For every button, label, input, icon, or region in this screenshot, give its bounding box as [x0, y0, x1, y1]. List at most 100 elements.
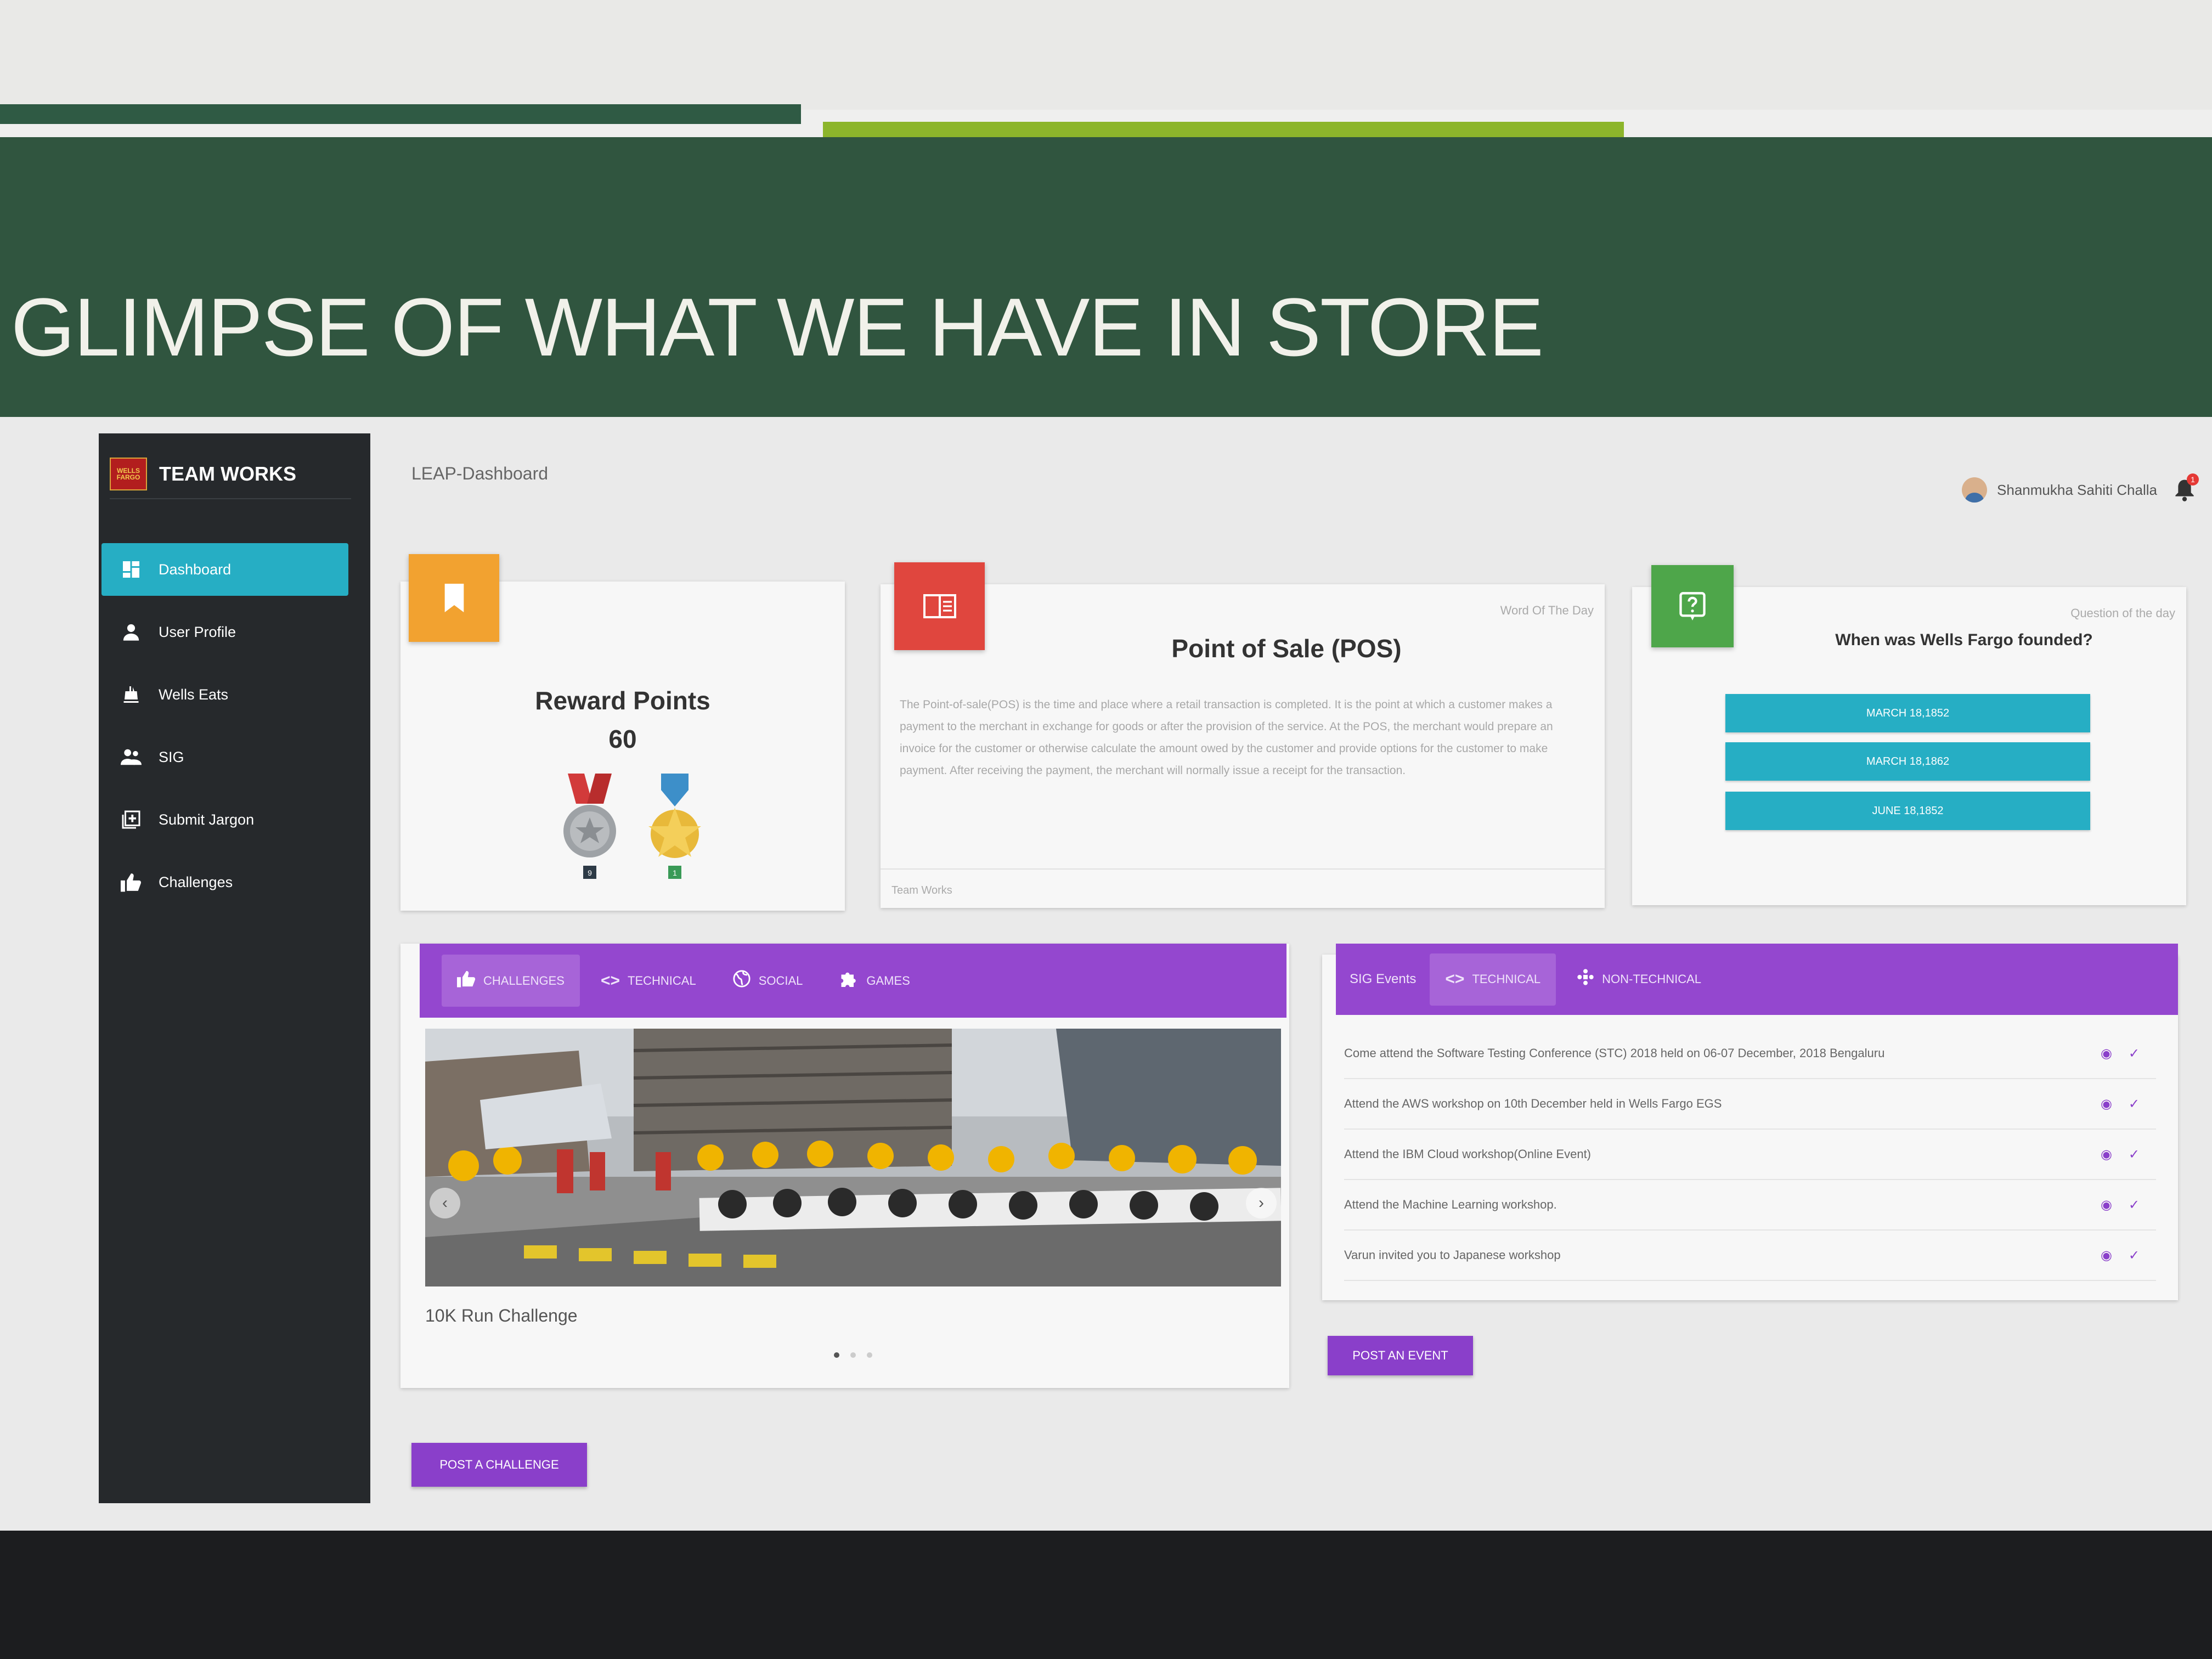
event-text: Attend the Machine Learning workshop. [1344, 1198, 1557, 1211]
sidebar-item-label: Wells Eats [159, 686, 229, 703]
reward-badge [409, 554, 499, 642]
sidebar-item-wells-eats[interactable]: Wells Eats [101, 668, 348, 721]
event-text: Come attend the Software Testing Confere… [1344, 1046, 1885, 1060]
quiz-option[interactable]: MARCH 18,1852 [1725, 694, 2090, 732]
main-content: LEAP-Dashboard Shanmukha Sahiti Challa 1… [390, 417, 2212, 1531]
sidebar-item-label: Submit Jargon [159, 811, 255, 828]
check-icon[interactable]: ✓ [2129, 1096, 2140, 1112]
check-icon[interactable]: ✓ [2129, 1147, 2140, 1163]
tab-challenges[interactable]: CHALLENGES [442, 955, 580, 1007]
notification-badge: 1 [2187, 473, 2199, 486]
sidebar-item-submit-jargon[interactable]: Submit Jargon [101, 793, 348, 846]
gold-medal-icon: 1 [648, 774, 701, 879]
app-screenshot: WELLS FARGO TEAM WORKS Dashboard User Pr… [0, 417, 2212, 1531]
view-icon[interactable]: ◉ [2101, 1197, 2112, 1213]
card-footer: Team Works [891, 884, 952, 896]
sig-events-panel: SIG Events <> TECHNICAL NON-TECHNICAL Co… [1322, 944, 2178, 1300]
reward-value: 60 [608, 725, 637, 753]
carousel-dot[interactable] [834, 1352, 839, 1358]
tab-label: NON-TECHNICAL [1602, 972, 1702, 986]
event-actions: ◉ ✓ [2084, 1046, 2140, 1062]
brand: WELLS FARGO TEAM WORKS [110, 450, 351, 499]
quiz-option[interactable]: JUNE 18,1852 [1725, 792, 2090, 830]
carousel-dot[interactable] [850, 1352, 856, 1358]
event-actions: ◉ ✓ [2084, 1096, 2140, 1112]
check-icon[interactable]: ✓ [2129, 1248, 2140, 1263]
event-row[interactable]: Come attend the Software Testing Confere… [1344, 1029, 2156, 1079]
tab-label: SOCIAL [758, 973, 803, 988]
view-icon[interactable]: ◉ [2101, 1147, 2112, 1163]
challenge-caption: 10K Run Challenge [425, 1306, 578, 1325]
view-icon[interactable]: ◉ [2101, 1046, 2112, 1062]
reward-points-card: Reward Points 60 9 1 [400, 554, 845, 911]
sidebar-item-user-profile[interactable]: User Profile [101, 606, 348, 658]
sidebar-nav: Dashboard User Profile Wells Eats SIG Su… [101, 543, 348, 918]
sidebar: WELLS FARGO TEAM WORKS Dashboard User Pr… [99, 433, 370, 1503]
group-icon [119, 745, 143, 769]
sidebar-item-label: Challenges [159, 873, 233, 890]
view-icon[interactable]: ◉ [2101, 1248, 2112, 1263]
thumbs-up-icon [457, 970, 476, 992]
sidebar-item-sig[interactable]: SIG [101, 731, 348, 783]
event-text: Attend the AWS workshop on 10th December… [1344, 1097, 1722, 1110]
carousel-prev-button[interactable]: ‹ [430, 1188, 460, 1218]
carousel-indicators [834, 1352, 883, 1358]
medal-count: 9 [588, 868, 592, 877]
event-actions: ◉ ✓ [2084, 1248, 2140, 1263]
event-row[interactable]: Attend the AWS workshop on 10th December… [1344, 1079, 2156, 1130]
user-name: Shanmukha Sahiti Challa [1997, 481, 2157, 498]
notification-bell[interactable]: 1 [2174, 473, 2199, 502]
medal-count: 1 [673, 868, 677, 877]
event-row[interactable]: Varun invited you to Japanese workshop ◉… [1344, 1231, 2156, 1281]
check-icon[interactable]: ✓ [2129, 1046, 2140, 1062]
user-menu[interactable]: Shanmukha Sahiti Challa 1 [1962, 473, 2199, 503]
post-challenge-button[interactable]: POST A CHALLENGE [411, 1443, 587, 1487]
globe-icon [732, 969, 751, 992]
event-text: Varun invited you to Japanese workshop [1344, 1248, 1561, 1262]
word-definition: The Point-of-sale(POS) is the time and p… [900, 698, 1553, 777]
event-actions: ◉ ✓ [2084, 1197, 2140, 1213]
tab-technical[interactable]: <> TECHNICAL [585, 955, 712, 1007]
thumbs-up-icon [119, 870, 143, 894]
tab-games[interactable]: GAMES [823, 955, 925, 1007]
tab-non-technical[interactable]: NON-TECHNICAL [1561, 953, 1717, 1006]
sidebar-item-dashboard[interactable]: Dashboard [101, 543, 348, 596]
quiz-option[interactable]: MARCH 18,1862 [1725, 742, 2090, 781]
view-icon[interactable]: ◉ [2101, 1096, 2112, 1112]
check-icon[interactable]: ✓ [2129, 1197, 2140, 1213]
puzzle-icon [839, 969, 859, 993]
challenge-photo: ‹ › [425, 1029, 1281, 1286]
network-icon [1577, 968, 1594, 990]
sidebar-item-label: User Profile [159, 623, 236, 640]
events-label: SIG Events [1350, 972, 1417, 986]
add-box-icon [119, 808, 143, 832]
divider [881, 868, 1605, 870]
tab-social[interactable]: SOCIAL [717, 955, 819, 1007]
event-actions: ◉ ✓ [2084, 1147, 2140, 1163]
avatar [1962, 477, 1988, 503]
tab-label: GAMES [866, 973, 910, 988]
carousel-next-button[interactable]: › [1246, 1188, 1277, 1218]
event-row[interactable]: Attend the Machine Learning workshop. ◉ ✓ [1344, 1180, 2156, 1231]
user-icon [119, 620, 143, 644]
slide-top-band [0, 0, 2212, 110]
book-icon [923, 594, 956, 618]
breadcrumb: LEAP-Dashboard [411, 464, 549, 483]
quiz-question: When was Wells Fargo founded? [1835, 631, 2093, 649]
event-text: Attend the IBM Cloud workshop(Online Eve… [1344, 1147, 1592, 1161]
post-event-button[interactable]: POST AN EVENT [1328, 1336, 1473, 1375]
events-tabs: SIG Events <> TECHNICAL NON-TECHNICAL [1336, 944, 2178, 1015]
presentation-slide: GLIMPSE OF WHAT WE HAVE IN STORE WELLS F… [0, 0, 2212, 1531]
question-of-the-day-card: Question of the day When was Wells Fargo… [1632, 565, 2186, 905]
code-icon: <> [600, 971, 620, 990]
carousel-dot[interactable] [867, 1352, 872, 1358]
sidebar-item-label: Dashboard [159, 561, 232, 578]
word-of-the-day-card: Word Of The Day Point of Sale (POS) The … [881, 562, 1605, 908]
tab-technical[interactable]: <> TECHNICAL [1430, 953, 1556, 1006]
silver-medal-icon: 9 [563, 774, 616, 879]
sidebar-item-challenges[interactable]: Challenges [101, 856, 348, 909]
event-row[interactable]: Attend the IBM Cloud workshop(Online Eve… [1344, 1130, 2156, 1180]
dashboard-icon [119, 557, 143, 582]
tab-label: CHALLENGES [483, 973, 565, 988]
challenges-tabs: CHALLENGES <> TECHNICAL SOCIAL GAMES [420, 944, 1286, 1018]
